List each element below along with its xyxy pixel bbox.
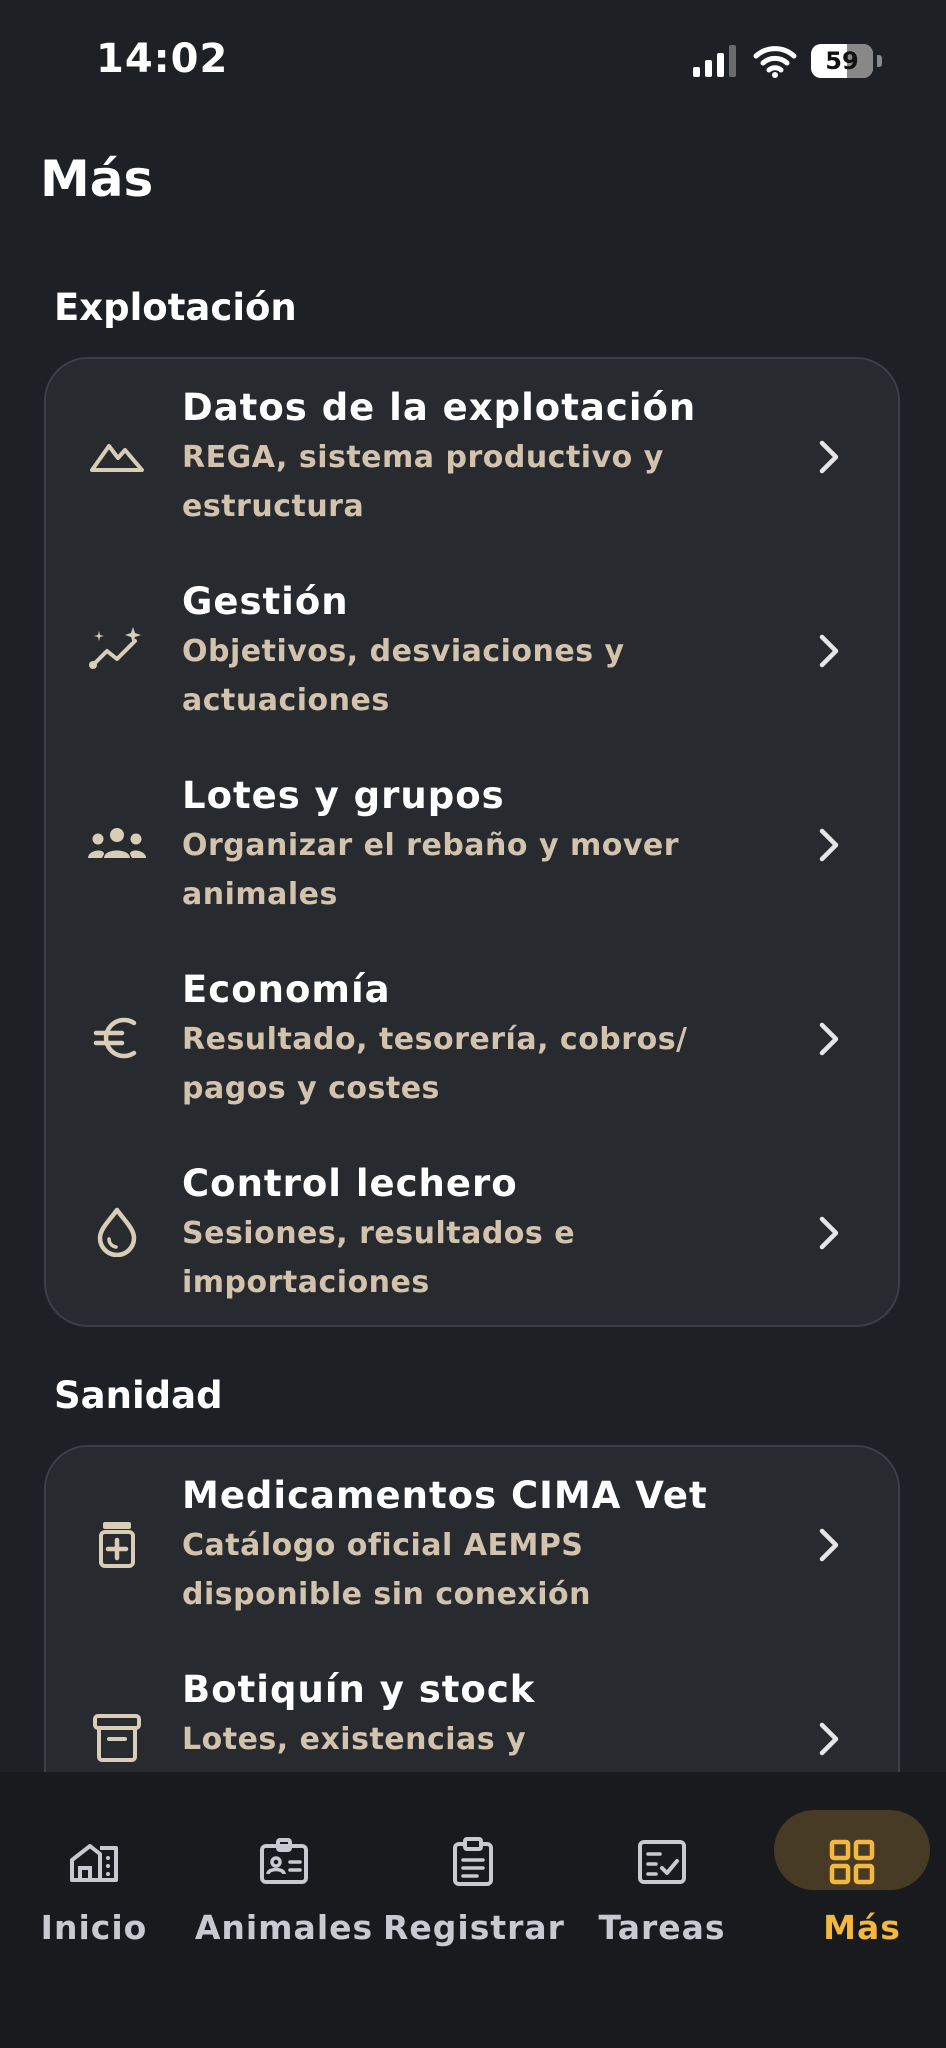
bottom-navigation: Inicio Animales Registrar Tareas Más xyxy=(0,1772,946,2048)
chevron-right-icon xyxy=(819,634,839,668)
menu-item-title: Datos de la explotación xyxy=(182,386,697,429)
signal-icon xyxy=(693,45,736,77)
nav-label: Inicio xyxy=(40,1908,148,1947)
menu-item-subtitle: Catálogo oficial AEMPS xyxy=(182,1528,584,1563)
menu-item-subtitle: pagos y costes xyxy=(182,1071,440,1106)
menu-item-control-lechero[interactable]: Control lechero Sesiones, resultados e i… xyxy=(46,1135,898,1325)
clipboard-icon xyxy=(453,1837,493,1886)
nav-tab-animales[interactable]: Animales xyxy=(194,1810,374,1950)
mountain-icon xyxy=(82,421,152,491)
menu-item-medicamentos-cima[interactable]: Medicamentos CIMA Vet Catálogo oficial A… xyxy=(46,1447,898,1641)
nav-tab-registrar[interactable]: Registrar xyxy=(383,1810,565,1950)
menu-item-subtitle: REGA, sistema productivo y xyxy=(182,440,664,475)
chevron-right-icon xyxy=(819,1528,839,1562)
task-check-icon xyxy=(638,1840,686,1884)
chevron-right-icon xyxy=(819,440,839,474)
menu-item-subtitle: importaciones xyxy=(182,1265,430,1300)
group-icon xyxy=(82,809,152,879)
sparkle-trend-icon xyxy=(82,615,152,685)
menu-item-title: Economía xyxy=(182,968,391,1011)
menu-item-title: Control lechero xyxy=(182,1162,518,1205)
menu-item-subtitle: disponible sin conexión xyxy=(182,1577,592,1612)
nav-tab-mas[interactable]: Más xyxy=(752,1810,932,1950)
grid-icon xyxy=(829,1839,875,1885)
menu-item-subtitle: Sesiones, resultados e xyxy=(182,1216,576,1251)
menu-item-subtitle: actuaciones xyxy=(182,683,390,718)
section-title-sanidad: Sanidad xyxy=(54,1374,223,1417)
battery-level: 59 xyxy=(825,47,859,75)
nav-label: Más xyxy=(823,1908,901,1947)
chevron-right-icon xyxy=(819,1722,839,1756)
menu-item-lotes-grupos[interactable]: Lotes y grupos Organizar el rebaño y mov… xyxy=(46,747,898,941)
nav-tab-inicio[interactable]: Inicio xyxy=(4,1810,184,1950)
nav-label: Tareas xyxy=(598,1908,726,1947)
nav-label: Animales xyxy=(194,1908,374,1947)
nav-label: Registrar xyxy=(383,1908,565,1947)
menu-item-subtitle: Organizar el rebaño y mover xyxy=(182,828,680,863)
chevron-right-icon xyxy=(819,828,839,862)
archive-box-icon xyxy=(82,1703,152,1773)
id-badge-icon xyxy=(260,1838,308,1884)
drop-icon xyxy=(82,1197,152,1267)
status-time: 14:02 xyxy=(96,36,229,82)
menu-item-gestion[interactable]: Gestión Objetivos, desviaciones y actuac… xyxy=(46,553,898,747)
chevron-right-icon xyxy=(819,1216,839,1250)
medicine-bottle-icon xyxy=(82,1509,152,1579)
menu-item-subtitle: Resultado, tesorería, cobros/ xyxy=(182,1022,688,1057)
menu-item-title: Gestión xyxy=(182,580,349,623)
battery-icon: 59 xyxy=(811,44,873,78)
menu-item-subtitle: Objetivos, desviaciones y xyxy=(182,634,625,669)
page-title: Más xyxy=(40,150,154,208)
nav-tab-tareas[interactable]: Tareas xyxy=(572,1810,752,1950)
wifi-icon xyxy=(753,46,797,78)
status-bar: 14:02 59 xyxy=(0,0,946,120)
home-icon xyxy=(70,1844,118,1882)
section-title-explotacion: Explotación xyxy=(54,286,297,329)
menu-item-title: Medicamentos CIMA Vet xyxy=(182,1474,708,1517)
menu-item-title: Botiquín y stock xyxy=(182,1668,536,1711)
menu-item-datos-explotacion[interactable]: Datos de la explotación REGA, sistema pr… xyxy=(46,359,898,553)
menu-item-title: Lotes y grupos xyxy=(182,774,505,817)
menu-item-subtitle: estructura xyxy=(182,489,365,524)
euro-icon xyxy=(82,1003,152,1073)
chevron-right-icon xyxy=(819,1022,839,1056)
card-explotacion: Datos de la explotación REGA, sistema pr… xyxy=(44,357,900,1327)
status-icons: 59 xyxy=(693,44,882,78)
menu-item-economia[interactable]: Economía Resultado, tesorería, cobros/ p… xyxy=(46,941,898,1135)
menu-item-subtitle: animales xyxy=(182,877,338,912)
menu-item-subtitle: Lotes, existencias y xyxy=(182,1722,527,1757)
